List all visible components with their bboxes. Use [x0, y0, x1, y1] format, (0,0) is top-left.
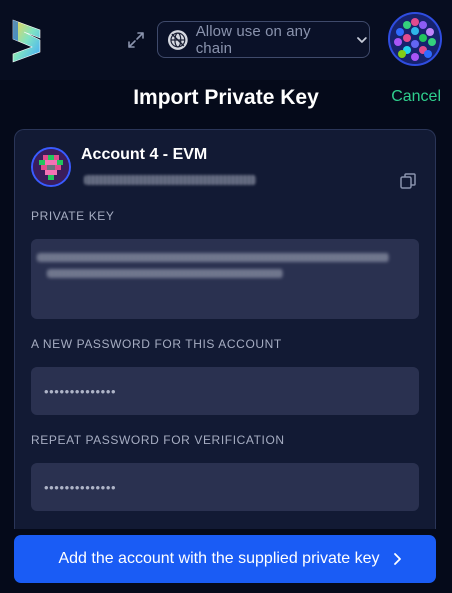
- private-key-label: PRIVATE KEY: [31, 209, 115, 223]
- chain-selector-label: Allow use on any chain: [195, 22, 311, 57]
- new-password-label: A NEW PASSWORD FOR THIS ACCOUNT: [31, 337, 282, 351]
- account-name: Account 4 - EVM: [81, 146, 208, 163]
- copy-icon[interactable]: [399, 172, 417, 190]
- private-key-value-redacted: [37, 253, 389, 262]
- identicon-icon: [33, 149, 69, 185]
- chevron-down-icon: [357, 36, 367, 43]
- chevron-right-icon: [393, 553, 401, 565]
- subwallet-logo-icon[interactable]: [10, 18, 44, 64]
- account-address-redacted: [84, 175, 256, 185]
- account-identicon: [31, 147, 71, 187]
- private-key-value-redacted: [47, 269, 283, 278]
- top-bar: Allow use on any chain: [0, 0, 452, 80]
- expand-icon[interactable]: [126, 30, 146, 50]
- add-account-button-label: Add the account with the supplied privat…: [58, 550, 380, 567]
- add-account-button[interactable]: Add the account with the supplied privat…: [14, 535, 436, 583]
- page-header: Import Private Key Cancel: [0, 80, 452, 120]
- account-avatar[interactable]: [388, 12, 442, 66]
- chain-selector-dropdown[interactable]: Allow use on any chain: [157, 21, 370, 58]
- new-password-input[interactable]: ••••••••••••••: [31, 367, 419, 415]
- page-title: Import Private Key: [133, 86, 319, 109]
- globe-icon: [167, 29, 188, 50]
- identicon-icon: [390, 14, 440, 64]
- cancel-button[interactable]: Cancel: [391, 88, 441, 106]
- private-key-input[interactable]: [31, 239, 419, 319]
- repeat-password-label: REPEAT PASSWORD FOR VERIFICATION: [31, 433, 285, 447]
- repeat-password-input[interactable]: ••••••••••••••: [31, 463, 419, 511]
